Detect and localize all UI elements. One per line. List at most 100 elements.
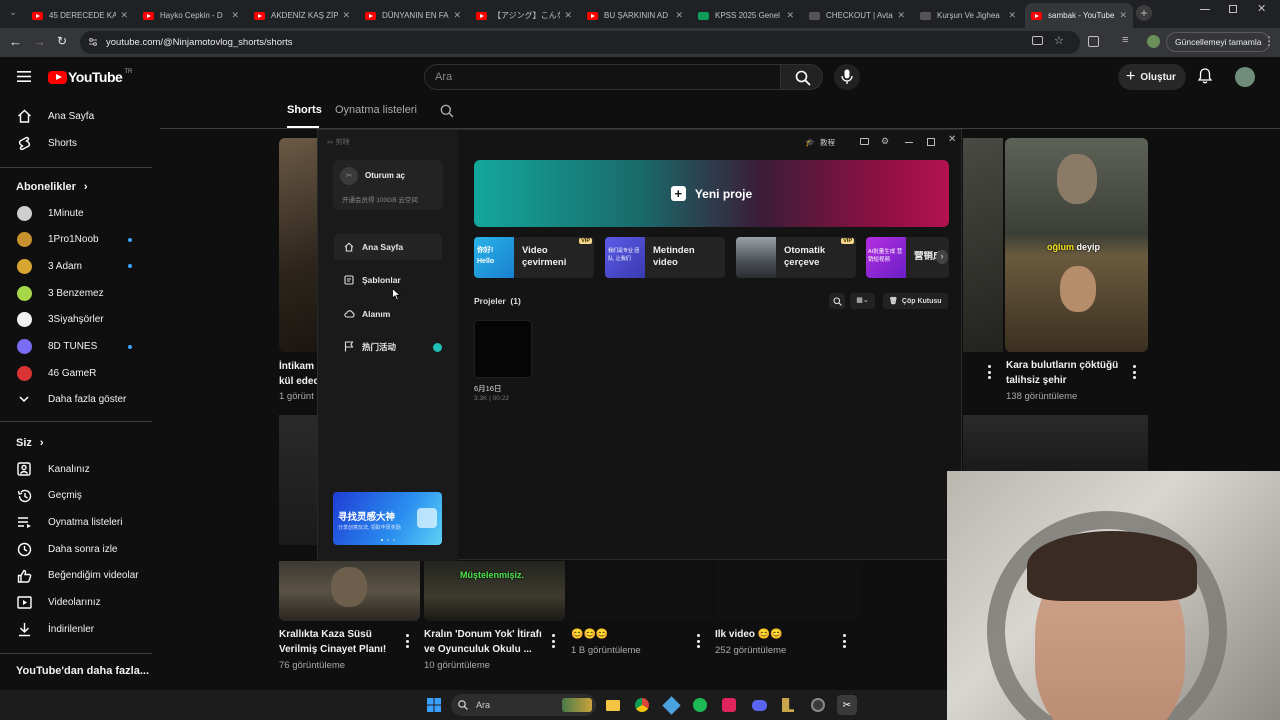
sidebar-item-shorts[interactable]: Shorts — [0, 130, 152, 156]
settings-gear-icon[interactable]: ⚙ — [881, 136, 889, 147]
short-thumbnail[interactable] — [569, 561, 712, 621]
account-avatar[interactable] — [1235, 67, 1255, 87]
short-menu-icon[interactable] — [1132, 365, 1136, 379]
tutorial-button[interactable]: 🎓 教程 — [805, 137, 835, 148]
close-icon[interactable]: ✕ — [948, 134, 956, 145]
browser-tab[interactable]: BU ŞARKININ AD ✕ — [581, 3, 689, 28]
browser-tab[interactable]: Kurşun Ve Jighea ✕ — [914, 3, 1022, 28]
update-button[interactable]: Güncellemeyi tamamla — [1166, 32, 1271, 52]
app-icon[interactable] — [808, 695, 828, 715]
short-title[interactable]: Kralın 'Donum Yok' İtirafı ve Oyunculuk O… — [424, 627, 549, 657]
tab-close-icon[interactable]: ✕ — [342, 10, 350, 21]
app-icon[interactable] — [661, 695, 681, 715]
window-close-button[interactable]: ✕ — [1257, 2, 1266, 15]
short-title[interactable]: Krallıkta Kaza Süsü Verilmiş Cinayet Plan… — [279, 627, 404, 657]
trash-button[interactable]: 🗑 Çöp Kutusu — [883, 293, 948, 309]
search-input[interactable]: Ara — [435, 71, 452, 83]
chrome-icon[interactable] — [632, 695, 652, 715]
sidebar-item-clock[interactable]: Daha sonra izle — [0, 536, 152, 562]
view-toggle-icon[interactable]: ▦⌄ — [850, 293, 875, 309]
you-section-title[interactable]: Siz › — [16, 437, 44, 449]
tab-close-icon[interactable]: ✕ — [231, 10, 239, 21]
install-app-icon[interactable] — [1032, 36, 1043, 45]
maximize-button[interactable] — [927, 138, 935, 146]
tab-close-icon[interactable]: ✕ — [675, 10, 683, 21]
short-thumbnail[interactable] — [715, 561, 858, 621]
spotify-icon[interactable] — [690, 695, 710, 715]
bookmark-star-icon[interactable]: ☆ — [1054, 34, 1064, 47]
tab-close-icon[interactable]: ✕ — [897, 10, 905, 21]
sidebar-item-video[interactable]: Videolarınız — [0, 590, 152, 616]
short-menu-icon[interactable] — [842, 634, 846, 648]
reload-icon[interactable]: ↻ — [57, 34, 67, 48]
tool-auto-reframe[interactable]: Otomatik çerçeve VIP — [736, 237, 856, 278]
search-button[interactable] — [780, 64, 823, 90]
capcut-nav-flag[interactable]: 热门活动 — [334, 334, 442, 360]
hamburger-menu-icon[interactable] — [17, 71, 31, 82]
channel-search-icon[interactable] — [440, 104, 454, 118]
sidebar-item-history[interactable]: Geçmiş — [0, 483, 152, 509]
tab-close-icon[interactable]: ✕ — [120, 10, 128, 21]
tab-close-icon[interactable]: ✕ — [1008, 10, 1016, 21]
browser-tab[interactable]: 45 DERECEDE KA ✕ — [26, 3, 134, 28]
subscription-item[interactable]: 46 GameR — [0, 360, 152, 386]
subscription-item[interactable]: 3Siyahşörler — [0, 307, 152, 333]
new-project-button[interactable]: + Yeni proje — [474, 160, 949, 227]
capcut-taskbar-icon[interactable]: ✂ — [837, 695, 857, 715]
forward-icon[interactable]: → — [33, 34, 46, 49]
back-icon[interactable]: ← — [9, 34, 22, 49]
short-menu-icon[interactable] — [551, 634, 555, 648]
new-tab-button[interactable]: + — [1136, 5, 1152, 21]
youtube-logo[interactable]: YouTube TR — [48, 69, 132, 85]
subscription-item[interactable]: 3 Benzemez — [0, 280, 152, 306]
browser-tab[interactable]: CHECKOUT | Avta ✕ — [803, 3, 911, 28]
address-bar[interactable]: youtube.com/@Ninjamotovlog_shorts/shorts… — [80, 31, 1080, 54]
league-icon[interactable] — [778, 695, 798, 715]
window-restore-button[interactable] — [1229, 5, 1237, 13]
short-thumbnail[interactable] — [279, 561, 420, 621]
login-label[interactable]: Oturum aç — [365, 171, 405, 180]
login-card[interactable]: ✂ Oturum aç 开通会员得 100GB 云空间 — [333, 160, 443, 210]
subscription-item[interactable]: 1Pro1Noob — [0, 227, 152, 253]
browser-tab[interactable]: Hayko Cepkin - D ✕ — [137, 3, 245, 28]
taskbar-search[interactable]: Ara — [451, 694, 596, 716]
profile-avatar[interactable] — [1147, 35, 1160, 48]
tool-video-translator[interactable]: 你好! Hello Video çevirmeni VIP — [474, 237, 594, 278]
short-title[interactable]: Ilk video 😊😊 — [715, 627, 835, 642]
show-more-button[interactable]: Daha fazla göster — [0, 386, 152, 412]
short-thumbnail[interactable] — [279, 415, 319, 545]
file-explorer-icon[interactable] — [603, 695, 623, 715]
sidebar-item-channel[interactable]: Kanalınız — [0, 456, 152, 482]
tool-marketing-video[interactable]: AI批量生成 营销短视频 营销成 › — [866, 237, 949, 278]
media-icon[interactable]: ≡ — [1122, 34, 1128, 46]
discord-icon[interactable] — [749, 695, 769, 715]
capcut-nav-cloud[interactable]: Alanım — [334, 301, 442, 327]
sidebar-item-like[interactable]: Beğendiğim videolar — [0, 563, 152, 589]
short-title[interactable]: 😊😊😊 — [571, 627, 691, 642]
capcut-nav-home[interactable]: Ana Sayfa — [334, 234, 442, 260]
browser-tab[interactable]: 【アジング】こんな小 ✕ — [470, 3, 578, 28]
browser-tab[interactable]: KPSS 2025 Genel ✕ — [692, 3, 800, 28]
sidebar-item-download[interactable]: İndirilenler — [0, 616, 152, 642]
tab-playlists[interactable]: Oynatma listeleri — [335, 104, 417, 116]
notifications-bell-icon[interactable] — [1198, 68, 1212, 84]
minimize-button[interactable] — [905, 142, 913, 143]
browser-menu-icon[interactable]: ⋮ — [1263, 34, 1275, 48]
sidebar-item-playlist[interactable]: Oynatma listeleri — [0, 509, 152, 535]
short-menu-icon[interactable] — [987, 365, 991, 379]
subscription-item[interactable]: 8D TUNES — [0, 334, 152, 360]
sidebar-item-ana-sayfa[interactable]: Ana Sayfa — [0, 103, 152, 129]
create-button[interactable]: + Oluştur — [1118, 64, 1186, 90]
subscriptions-title[interactable]: Abonelikler › — [16, 181, 88, 193]
subscription-item[interactable]: 1Minute — [0, 200, 152, 226]
feedback-icon[interactable] — [860, 138, 869, 145]
short-menu-icon[interactable] — [696, 634, 700, 648]
chevron-right-icon[interactable]: › — [936, 250, 948, 264]
browser-tab[interactable]: DÜNYANIN EN FA ✕ — [359, 3, 467, 28]
short-thumbnail[interactable] — [963, 138, 1003, 352]
browser-tab[interactable]: sambak - YouTube ✕ — [1025, 3, 1133, 28]
search-box[interactable]: Ara — [424, 64, 781, 90]
tab-close-icon[interactable]: ✕ — [564, 10, 572, 21]
app-icon[interactable] — [719, 695, 739, 715]
tab-close-icon[interactable]: ✕ — [786, 10, 794, 21]
